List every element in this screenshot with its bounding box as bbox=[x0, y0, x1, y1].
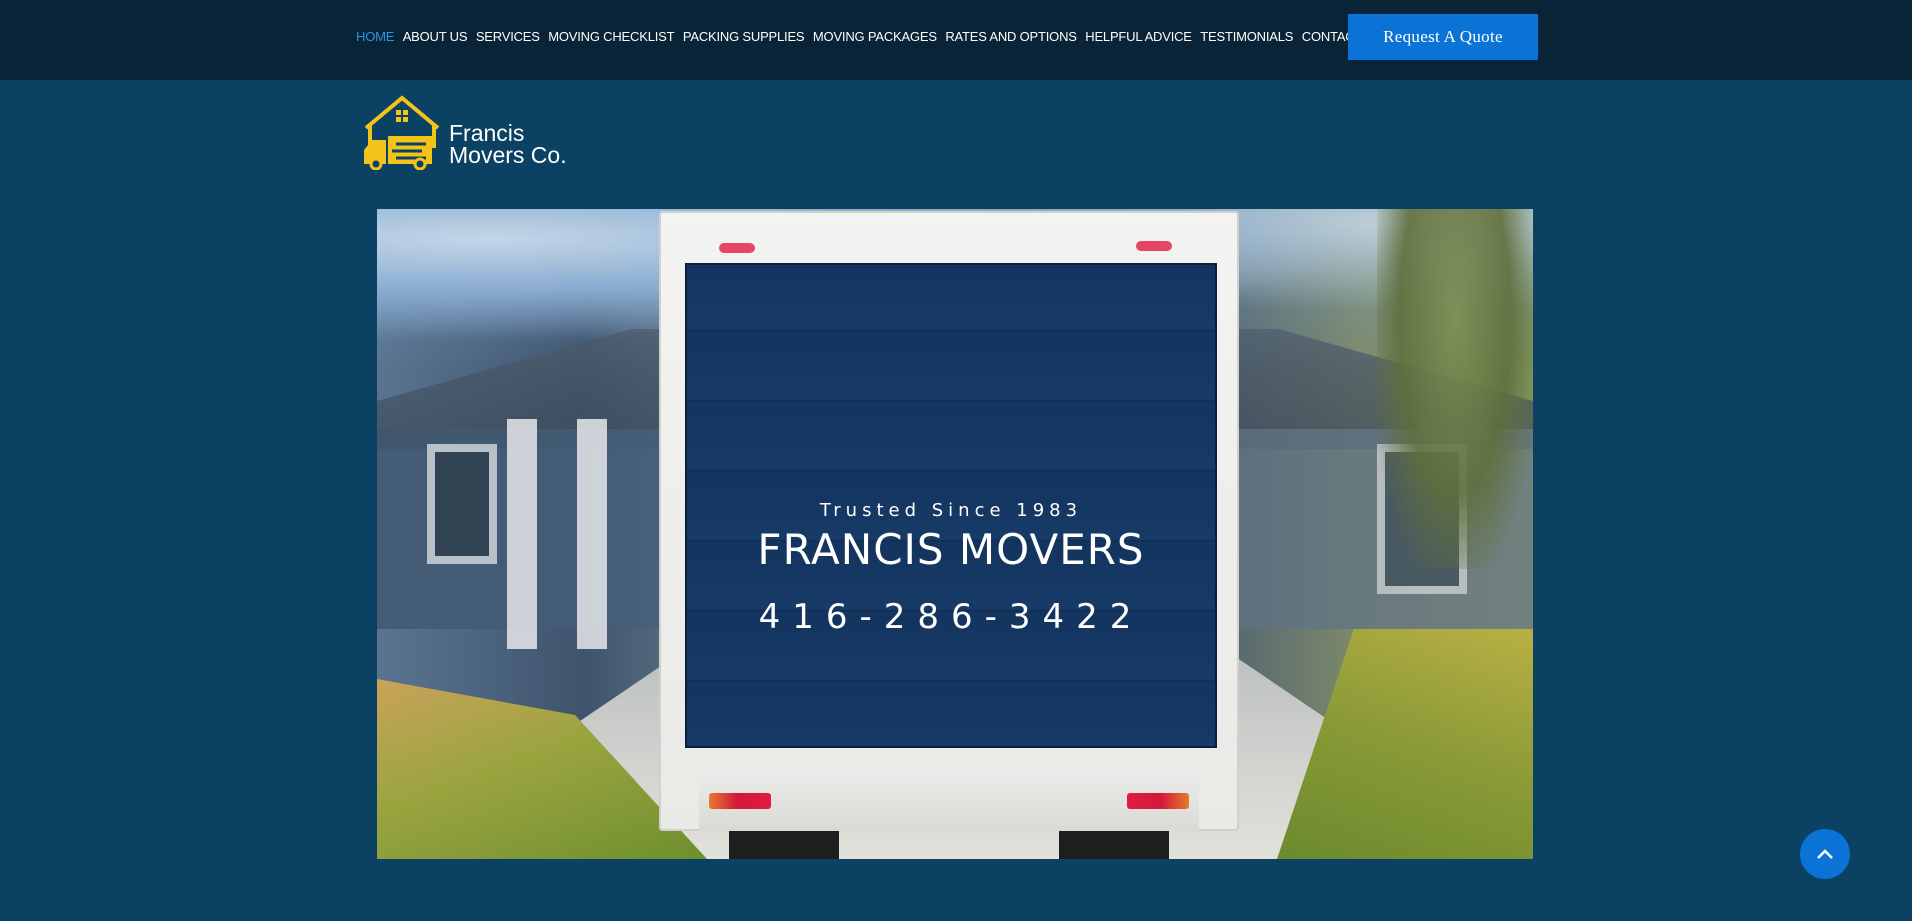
hero-image: Trusted Since 1983 FRANCIS MOVERS 416-28… bbox=[377, 209, 1533, 859]
main-nav: HOME ABOUT US SERVICES MOVING CHECKLIST … bbox=[356, 29, 1392, 44]
truck-tail-light-right bbox=[1127, 793, 1189, 809]
hero-house-column bbox=[507, 419, 537, 649]
header-bar: HOME ABOUT US SERVICES MOVING CHECKLIST … bbox=[0, 0, 1912, 80]
nav-services[interactable]: SERVICES bbox=[476, 29, 540, 44]
hero-lawn-right bbox=[1277, 629, 1533, 859]
hero-trees bbox=[1377, 209, 1533, 569]
chevron-up-icon bbox=[1817, 849, 1833, 859]
logo-line-2: Movers Co. bbox=[449, 142, 567, 168]
truck-wheel-left bbox=[729, 831, 839, 859]
hero-text: Trusted Since 1983 FRANCIS MOVERS 416-28… bbox=[685, 263, 1217, 748]
house-truck-logo-icon bbox=[364, 95, 440, 170]
hero-house-window-left bbox=[427, 444, 497, 564]
hero-house-column bbox=[577, 419, 607, 649]
nav-rates-and-options[interactable]: RATES AND OPTIONS bbox=[945, 29, 1077, 44]
nav-about-us[interactable]: ABOUT US bbox=[403, 29, 468, 44]
nav-moving-checklist[interactable]: MOVING CHECKLIST bbox=[548, 29, 674, 44]
scroll-to-top-button[interactable] bbox=[1800, 829, 1850, 879]
truck-bumper bbox=[699, 771, 1199, 831]
request-quote-button[interactable]: Request A Quote bbox=[1348, 14, 1538, 60]
truck-tail-light-left bbox=[709, 793, 771, 809]
nav-home[interactable]: HOME bbox=[356, 29, 394, 44]
truck-top-light-left bbox=[719, 243, 755, 253]
truck-wheel-right bbox=[1059, 831, 1169, 859]
moving-truck: Trusted Since 1983 FRANCIS MOVERS 416-28… bbox=[659, 211, 1239, 859]
hero-brand: FRANCIS MOVERS bbox=[757, 525, 1145, 574]
hero-phone[interactable]: 416-286-3422 bbox=[685, 597, 1217, 637]
logo-text: Francis Movers Co. bbox=[449, 120, 567, 168]
nav-helpful-advice[interactable]: HELPFUL ADVICE bbox=[1085, 29, 1192, 44]
nav-testimonials[interactable]: TESTIMONIALS bbox=[1200, 29, 1293, 44]
company-logo[interactable]: Francis Movers Co. bbox=[362, 94, 582, 170]
truck-top-light-right bbox=[1136, 241, 1172, 251]
logo-line-1: Francis bbox=[449, 120, 525, 146]
nav-moving-packages[interactable]: MOVING PACKAGES bbox=[813, 29, 937, 44]
hero-tagline: Trusted Since 1983 bbox=[819, 500, 1083, 521]
nav-packing-supplies[interactable]: PACKING SUPPLIES bbox=[683, 29, 805, 44]
